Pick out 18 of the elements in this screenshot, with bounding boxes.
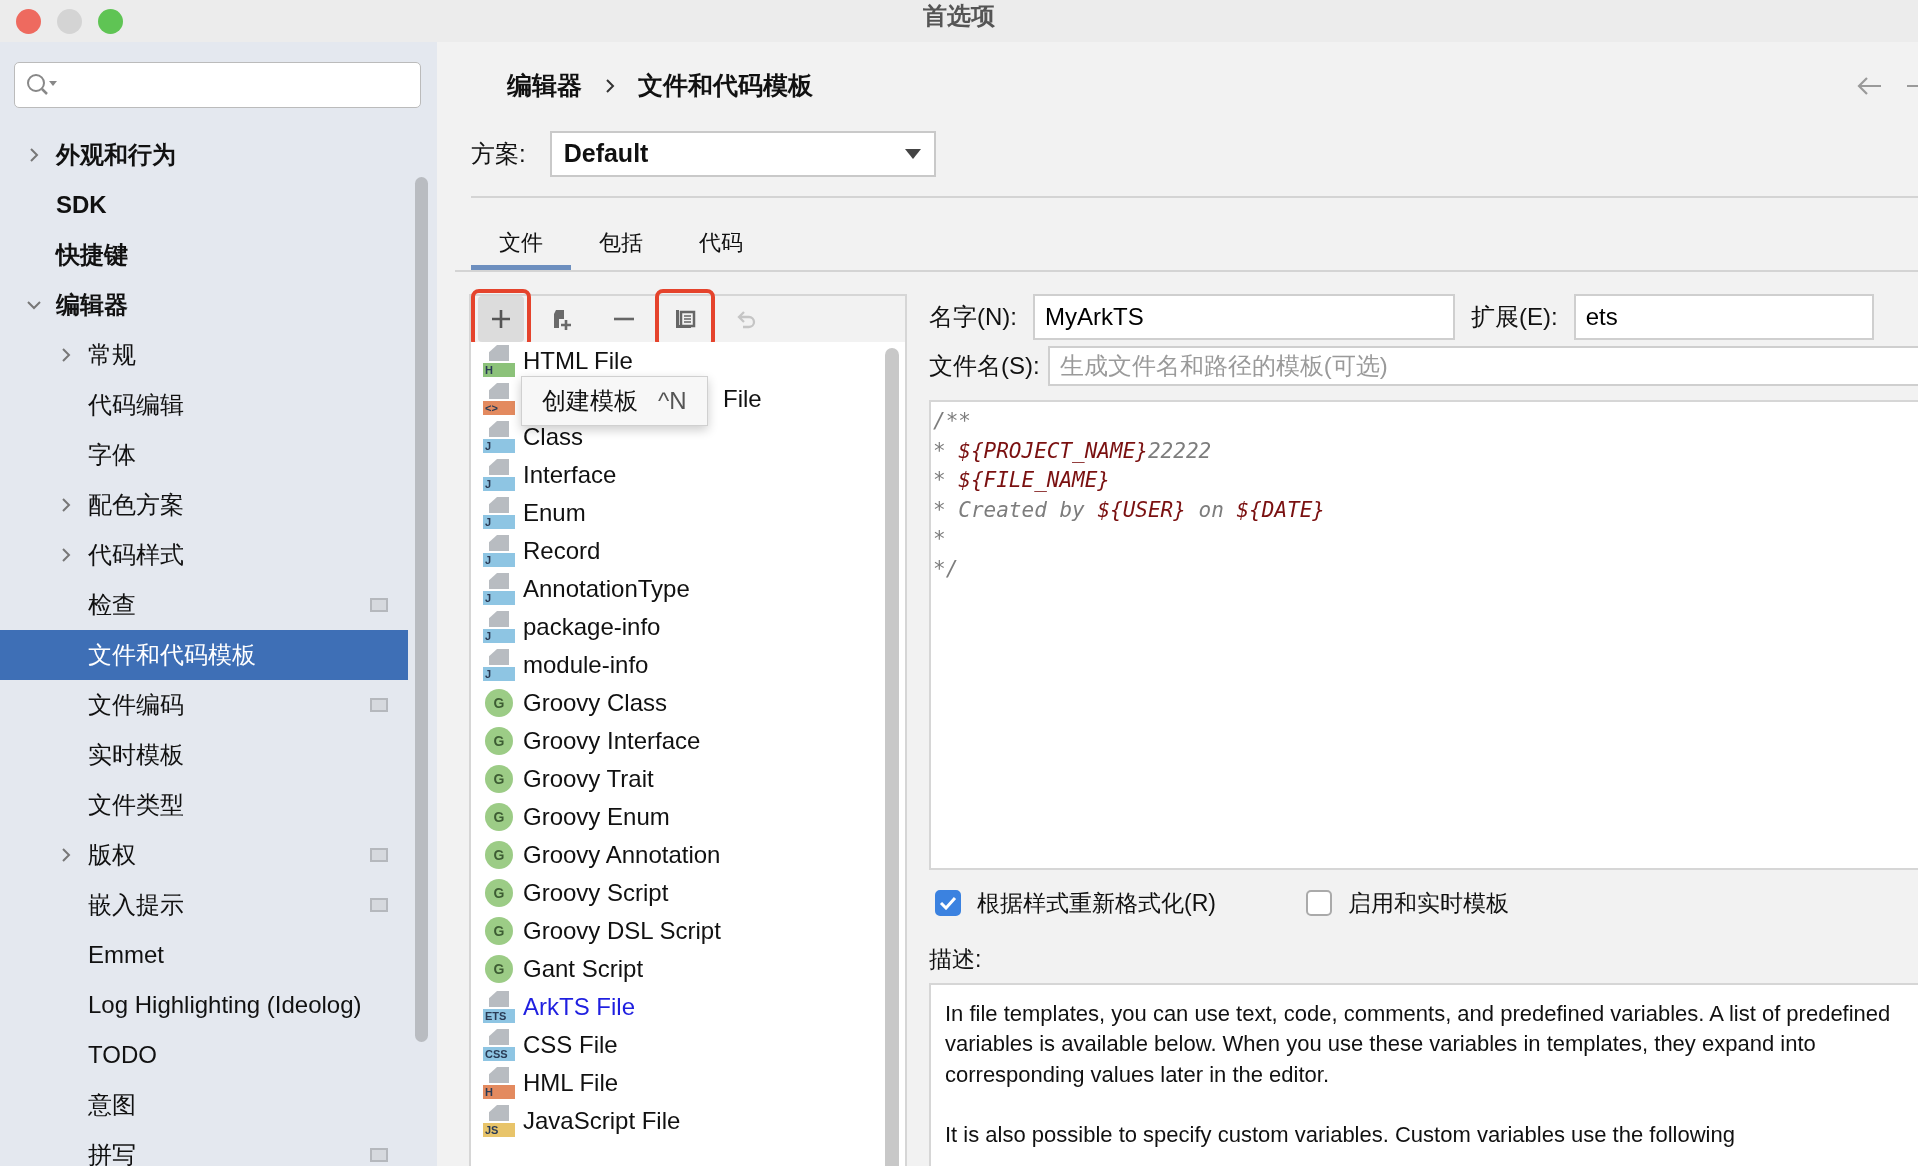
description-label: 描述:: [929, 945, 983, 974]
description-text: In file templates, you can use text, code, comments, and predefined variables. A list of predefined variables is available below. When you use these variables in templates, they expand into corresponding values later in the editor.: [945, 999, 1892, 1089]
breadcrumb-item: 文件和代码模板: [638, 70, 813, 102]
field-label: 文件名(S):: [929, 351, 1040, 381]
scheme-label: 方案:: [471, 139, 526, 169]
description-text: It is also possible to specify custom variables. Custom variables use the following: [945, 1121, 1736, 1149]
window-title: 首选项: [923, 1, 995, 31]
tooltip: 创建模板 ^N: [521, 376, 708, 426]
groovy-file-icon: G: [485, 727, 513, 755]
field-label: 扩展(E):: [1471, 302, 1558, 332]
groovy-file-icon: G: [485, 689, 513, 717]
groovy-file-icon: G: [485, 765, 513, 793]
groovy-file-icon: G: [485, 879, 513, 907]
groovy-file-icon: G: [485, 841, 513, 869]
groovy-file-icon: G: [485, 803, 513, 831]
groovy-file-icon: G: [485, 917, 513, 945]
field-label: 名字(N):: [929, 302, 1017, 332]
groovy-file-icon: G: [485, 955, 513, 983]
